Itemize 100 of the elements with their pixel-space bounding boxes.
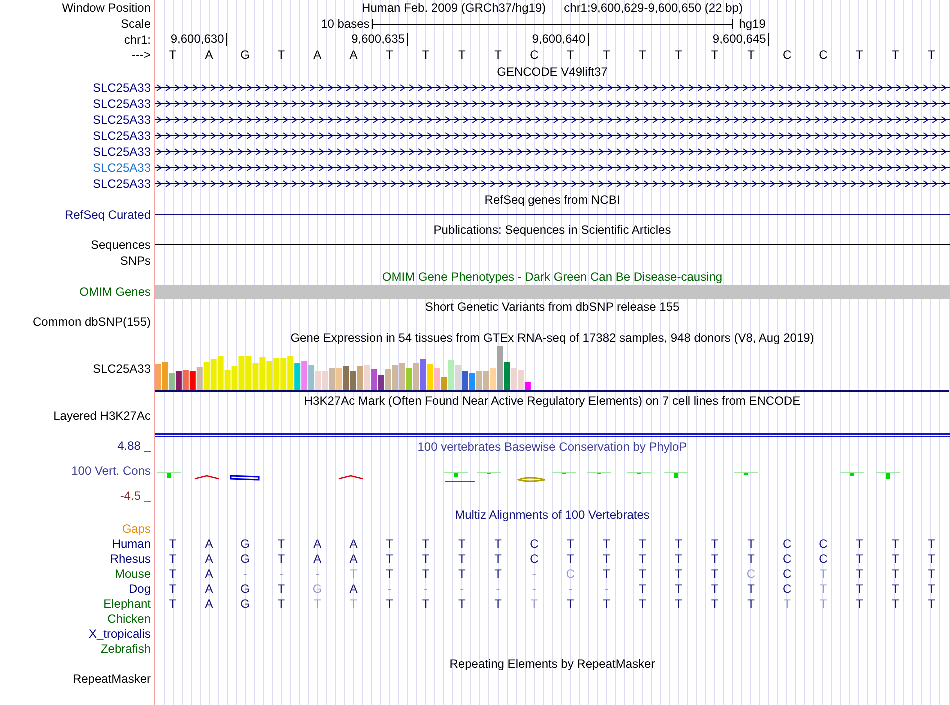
base-letter: C bbox=[782, 582, 793, 596]
base-letter: T bbox=[421, 552, 431, 566]
base-letter: T bbox=[891, 536, 900, 550]
base-letter: T bbox=[602, 552, 612, 566]
base-letter: T bbox=[276, 536, 286, 550]
base-letter: T bbox=[674, 48, 684, 62]
base-letter: T bbox=[854, 566, 864, 580]
track-label[interactable]: Mouse bbox=[114, 566, 151, 580]
base-letter: T bbox=[674, 582, 684, 596]
base-letter: T bbox=[494, 566, 503, 580]
base-letter: T bbox=[710, 552, 720, 566]
track-label[interactable]: SLC25A33 bbox=[92, 113, 151, 127]
track-label[interactable]: Common dbSNP(155) bbox=[32, 315, 151, 329]
track-label[interactable]: Sequences bbox=[90, 238, 151, 252]
track-label[interactable]: OMIM Genes bbox=[80, 284, 151, 298]
base-letter: T bbox=[891, 566, 900, 580]
base-letter: A bbox=[204, 48, 214, 62]
base-letter: G bbox=[240, 48, 251, 62]
base-letter: T bbox=[854, 48, 864, 62]
base-letter: C bbox=[529, 536, 540, 550]
position-text: chr1:9,600,629-9,600,650 (22 bp) bbox=[564, 1, 743, 15]
track-label[interactable]: SLC25A33 bbox=[92, 177, 151, 191]
base-letter: T bbox=[168, 566, 178, 580]
base-letter: T bbox=[927, 596, 937, 610]
base-letter: A bbox=[204, 582, 214, 596]
track-label[interactable]: X_tropicalis bbox=[88, 626, 151, 640]
base-letter: T bbox=[385, 596, 395, 610]
scale-assembly: hg19 bbox=[738, 17, 767, 31]
base-letter: T bbox=[312, 596, 322, 610]
base-letter: - bbox=[459, 582, 466, 596]
base-letter: A bbox=[204, 566, 214, 580]
base-letter: C bbox=[782, 48, 793, 62]
base-letter: C bbox=[746, 566, 757, 580]
base-letter: T bbox=[421, 536, 431, 550]
track-label[interactable]: Dog bbox=[128, 582, 151, 596]
base-letter: T bbox=[891, 48, 900, 62]
base-letter: T bbox=[746, 552, 756, 566]
track-label[interactable]: Elephant bbox=[104, 596, 151, 610]
base-letter: T bbox=[421, 566, 431, 580]
track-label[interactable]: Layered H3K27Ac bbox=[54, 409, 151, 423]
base-letter: T bbox=[168, 536, 178, 550]
track-title: H3K27Ac Mark (Often Found Near Active Regulatory Elements) on 7 cell lines from ENCODE bbox=[304, 394, 801, 408]
base-letter: T bbox=[891, 596, 900, 610]
track-title: GENCODE V49lift37 bbox=[497, 64, 608, 78]
base-letter: T bbox=[566, 536, 576, 550]
base-letter: T bbox=[421, 596, 431, 610]
base-letter: A bbox=[348, 48, 359, 62]
track-label[interactable]: Chicken bbox=[108, 612, 151, 626]
track-label[interactable]: Zebrafish bbox=[100, 642, 151, 656]
base-letter: T bbox=[638, 582, 648, 596]
track-label[interactable]: RepeatMasker bbox=[72, 672, 151, 686]
base-letter: A bbox=[312, 536, 323, 550]
base-letter: C bbox=[818, 536, 829, 550]
track-label[interactable]: SLC25A33 bbox=[92, 145, 151, 159]
track-label[interactable]: 100 Vert. Cons bbox=[72, 464, 151, 478]
track-label[interactable]: SNPs bbox=[120, 254, 151, 268]
base-letter: A bbox=[348, 582, 359, 596]
ruler-tick-label: 9,600,645 bbox=[697, 33, 770, 46]
track-label[interactable]: RefSeq Curated bbox=[64, 208, 151, 222]
base-letter: - bbox=[568, 582, 574, 596]
base-letter: T bbox=[638, 48, 648, 62]
base-letter: T bbox=[854, 596, 864, 610]
base-letter: G bbox=[240, 552, 251, 566]
track-label[interactable]: SLC25A33 bbox=[92, 97, 151, 111]
base-letter: - bbox=[495, 582, 502, 596]
track-label[interactable]: SLC25A33 bbox=[92, 81, 151, 95]
assembly-text: Human Feb. 2009 (GRCh37/hg19) bbox=[362, 1, 546, 15]
row-label: Window Position bbox=[62, 1, 151, 15]
track-label[interactable]: SLC25A33 bbox=[92, 161, 151, 175]
base-letter: T bbox=[602, 566, 612, 580]
base-letter: T bbox=[927, 582, 937, 596]
base-letter: T bbox=[927, 48, 937, 62]
base-letter: T bbox=[457, 536, 467, 550]
base-letter: G bbox=[240, 536, 251, 550]
base-letter: T bbox=[494, 596, 503, 610]
base-letter: T bbox=[421, 48, 431, 62]
base-letter: T bbox=[674, 536, 684, 550]
track-title: Short Genetic Variants from dbSNP release 155 bbox=[425, 300, 680, 314]
base-letter: G bbox=[240, 596, 251, 610]
base-letter: - bbox=[386, 582, 393, 596]
base-letter: T bbox=[385, 552, 395, 566]
base-letter: T bbox=[168, 596, 178, 610]
base-letter: A bbox=[312, 552, 323, 566]
track-title: OMIM Gene Phenotypes - Dark Green Can Be Disease-causing bbox=[382, 270, 723, 284]
base-letter: T bbox=[854, 552, 864, 566]
track-label[interactable]: SLC25A33 bbox=[92, 362, 151, 376]
base-letter: A bbox=[348, 536, 359, 550]
base-letter: T bbox=[638, 552, 648, 566]
track-label[interactable]: Human bbox=[112, 536, 151, 550]
base-letter: T bbox=[674, 596, 684, 610]
base-letter: C bbox=[782, 536, 793, 550]
track-title: RefSeq genes from NCBI bbox=[484, 192, 620, 206]
track-label[interactable]: SLC25A33 bbox=[92, 129, 151, 143]
base-letter: T bbox=[818, 582, 828, 596]
base-letter: T bbox=[168, 552, 178, 566]
base-letter: - bbox=[604, 582, 610, 596]
base-letter: T bbox=[818, 566, 828, 580]
track-label[interactable]: Rhesus bbox=[110, 552, 151, 566]
base-letter: T bbox=[602, 596, 612, 610]
base-letter: T bbox=[276, 552, 286, 566]
